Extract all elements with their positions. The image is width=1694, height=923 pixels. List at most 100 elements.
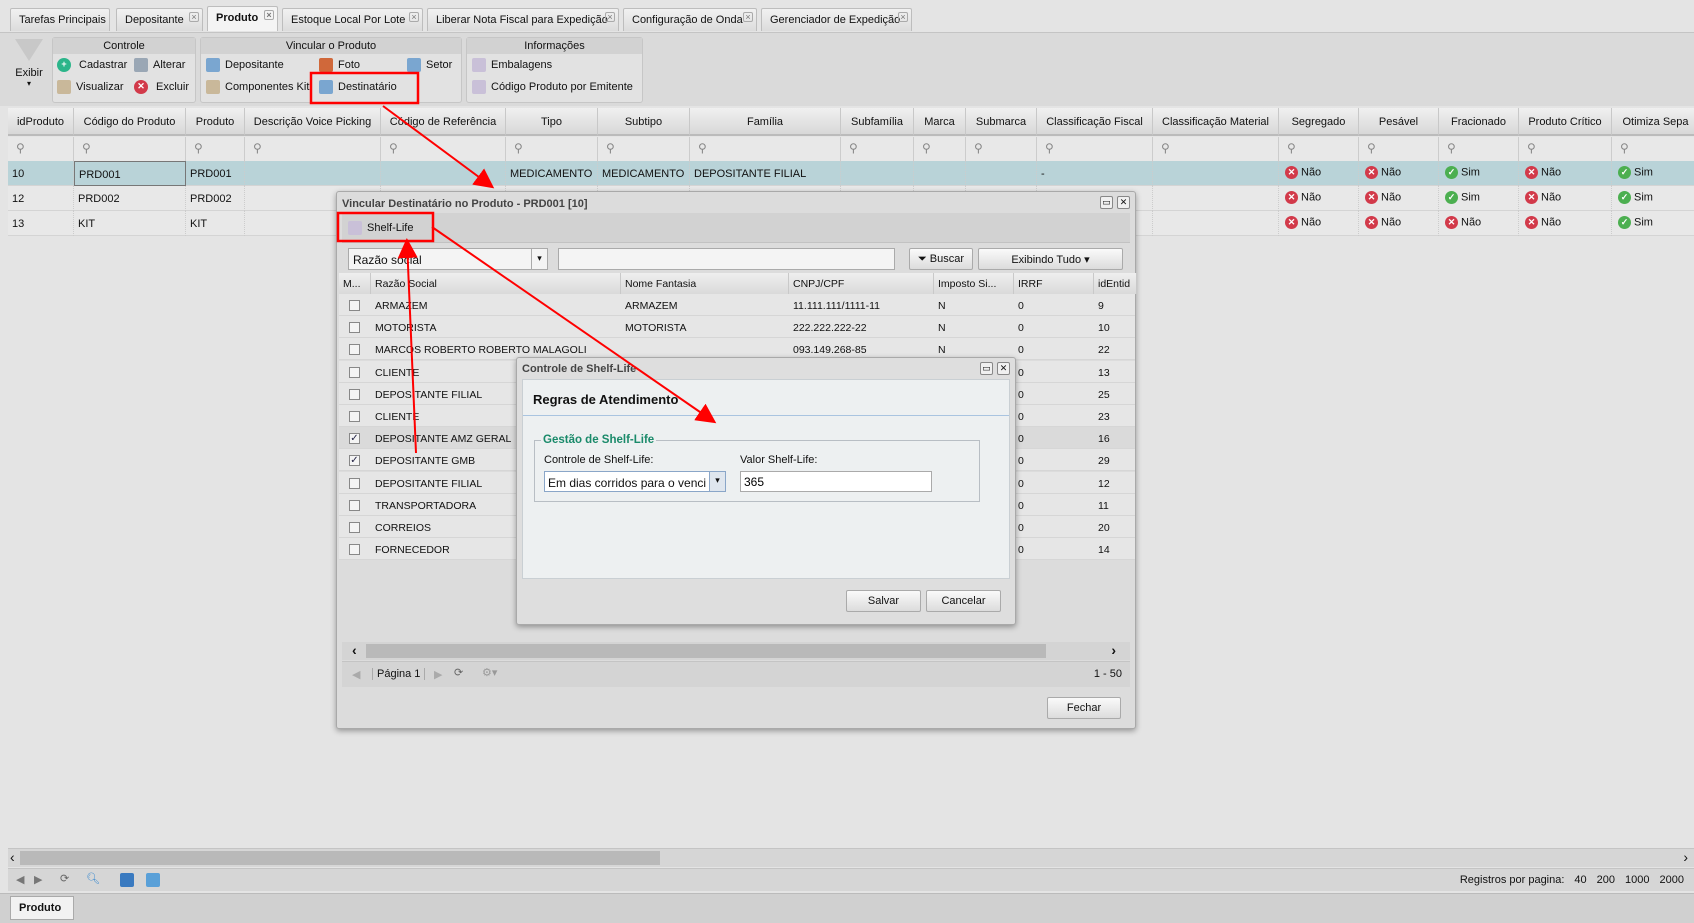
close-icon[interactable]: × [409, 12, 419, 22]
prev-page-icon[interactable]: ◀ [16, 873, 24, 886]
row-checkbox[interactable] [349, 322, 360, 334]
column-header[interactable]: Marca [914, 108, 966, 136]
column-header[interactable]: Produto [186, 108, 245, 136]
column-header[interactable]: Tipo [506, 108, 598, 136]
filter-input[interactable]: ⚲ [381, 137, 506, 161]
maximize-icon[interactable]: ▭ [980, 362, 993, 375]
row-checkbox[interactable]: ✓ [349, 433, 360, 445]
prev-page-icon[interactable]: ◀ [352, 668, 360, 681]
row-checkbox[interactable] [349, 366, 360, 378]
filter-input[interactable]: ⚲ [1037, 137, 1153, 161]
refresh-icon[interactable]: ⟳ [454, 666, 463, 679]
column-header[interactable]: M... [339, 273, 371, 294]
column-header[interactable]: Código de Referência [381, 108, 506, 136]
filter-input[interactable]: ⚲ [1359, 137, 1439, 161]
close-icon[interactable]: ✕ [997, 362, 1010, 375]
column-header[interactable]: Código do Produto [74, 108, 186, 136]
refresh-icon[interactable]: ⟳ [60, 872, 69, 885]
column-header[interactable]: Otimiza Sepa [1612, 108, 1694, 136]
destinatario-button[interactable]: Destinatário [319, 80, 397, 94]
next-page-icon[interactable]: ▶ [434, 668, 442, 681]
tab-3[interactable]: Estoque Local Por Lote × [282, 8, 423, 31]
embalagens-button[interactable]: Embalagens [472, 58, 552, 72]
column-header[interactable]: Subtipo [598, 108, 690, 136]
filter-input[interactable]: ⚲ [1519, 137, 1612, 161]
excluir-button[interactable]: ✕ Excluir [134, 80, 189, 94]
row-checkbox[interactable] [349, 411, 360, 422]
tab-6[interactable]: Gerenciador de Expedição × [761, 8, 912, 31]
filter-input[interactable]: ⚲ [598, 137, 690, 161]
scroll-right-icon[interactable]: › [1683, 849, 1688, 865]
column-header[interactable]: Imposto Si... [934, 273, 1014, 294]
search-field-select[interactable]: Razão social ▾ [348, 248, 548, 270]
filter-input[interactable]: ⚲ [74, 137, 186, 161]
close-icon[interactable]: × [189, 12, 199, 22]
tab-2[interactable]: Produto × [207, 6, 278, 31]
close-icon[interactable]: × [743, 12, 753, 22]
column-header[interactable]: idEntid [1094, 273, 1137, 294]
shelf-life-button[interactable]: Shelf-Life [348, 221, 413, 235]
maximize-icon[interactable]: ▭ [1100, 196, 1113, 209]
filter-input[interactable]: ⚲ [966, 137, 1037, 161]
tab-0[interactable]: Tarefas Principais [10, 8, 110, 31]
column-header[interactable]: IRRF [1014, 273, 1094, 294]
filter-input[interactable]: ⚲ [1612, 137, 1694, 161]
scroll-right-icon[interactable]: › [1111, 642, 1116, 658]
page-size-2000[interactable]: 2000 [1660, 874, 1684, 886]
tab-1[interactable]: Depositante × [116, 8, 203, 31]
componentes-kit-button[interactable]: Componentes Kit [206, 80, 309, 94]
visualizar-button[interactable]: Visualizar [57, 80, 124, 94]
filter-input[interactable]: ⚲ [914, 137, 966, 161]
alterar-button[interactable]: Alterar [134, 58, 185, 72]
chart-icon[interactable] [120, 873, 134, 887]
horizontal-scrollbar[interactable]: ‹ › [8, 848, 1694, 867]
foto-button[interactable]: Foto [319, 58, 360, 72]
setor-button[interactable]: Setor [407, 58, 452, 72]
column-header[interactable]: Família [690, 108, 841, 136]
exibir-button[interactable]: Exibir ▾ [10, 37, 48, 101]
column-header[interactable]: idProduto [8, 108, 74, 136]
close-icon[interactable]: ✕ [1117, 196, 1130, 209]
close-icon[interactable]: × [605, 12, 615, 22]
column-header[interactable]: Submarca [966, 108, 1037, 136]
next-page-icon[interactable]: ▶ [34, 873, 42, 886]
buscar-button[interactable]: ⏷ Buscar [909, 248, 973, 270]
row-checkbox[interactable] [349, 499, 360, 511]
controle-shelf-life-select[interactable]: Em dias corridos para o venci ▾ [544, 471, 726, 492]
row-checkbox[interactable] [349, 544, 360, 556]
filter-input[interactable]: ⚲ [8, 137, 74, 161]
column-header[interactable]: CNPJ/CPF [789, 273, 934, 294]
page-size-40[interactable]: 40 [1574, 874, 1586, 886]
filter-input[interactable]: ⚲ [1439, 137, 1519, 161]
fechar-button[interactable]: Fechar [1047, 697, 1121, 719]
row-checkbox[interactable]: ✓ [349, 455, 360, 467]
valor-shelf-life-input[interactable] [740, 471, 932, 492]
column-header[interactable]: Pesável [1359, 108, 1439, 136]
column-header[interactable]: Classificação Material [1153, 108, 1279, 136]
column-header[interactable]: Descrição Voice Picking [245, 108, 381, 136]
page-size-1000[interactable]: 1000 [1625, 874, 1649, 886]
dialog-horizontal-scrollbar[interactable]: ‹ › [342, 642, 1130, 660]
cadastrar-button[interactable]: + Cadastrar [57, 58, 127, 72]
codigo-emitente-button[interactable]: Código Produto por Emitente [472, 80, 633, 94]
tab-5[interactable]: Configuração de Onda × [623, 8, 757, 31]
scroll-thumb[interactable] [20, 851, 660, 865]
row-checkbox[interactable] [349, 344, 360, 356]
filter-input[interactable]: ⚲ [690, 137, 841, 161]
scroll-left-icon[interactable]: ‹ [352, 642, 357, 658]
page-size-200[interactable]: 200 [1597, 874, 1615, 886]
column-header[interactable]: Produto Crítico [1519, 108, 1612, 136]
row-checkbox[interactable] [349, 300, 360, 311]
column-header[interactable]: Razão Social [371, 273, 621, 294]
column-header[interactable]: Classificação Fiscal [1037, 108, 1153, 136]
cancelar-button[interactable]: Cancelar [926, 590, 1001, 612]
column-header[interactable]: Nome Fantasia [621, 273, 789, 294]
filter-input[interactable]: ⚲ [841, 137, 914, 161]
close-icon[interactable]: × [264, 10, 274, 20]
search-icon[interactable]: 🔍︎ [86, 872, 100, 885]
bottom-tab-produto[interactable]: Produto [10, 896, 74, 920]
export-icon[interactable] [146, 873, 160, 887]
scroll-thumb[interactable] [366, 644, 1046, 658]
filter-input[interactable]: ⚲ [245, 137, 381, 161]
exibindo-tudo-dropdown[interactable]: Exibindo Tudo ▾ [978, 248, 1123, 270]
